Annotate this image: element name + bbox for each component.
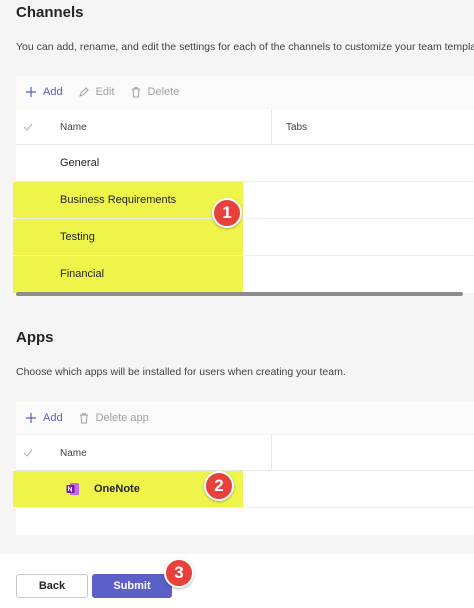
channel-name: General (60, 157, 100, 169)
back-button[interactable]: Back (16, 574, 88, 598)
apps-description: Choose which apps will be installed for … (16, 366, 346, 378)
channel-name: Financial (60, 268, 105, 280)
channel-name: Business Requirements (60, 194, 177, 206)
table-row[interactable]: Testing (13, 219, 474, 256)
channels-edit-label: Edit (95, 86, 115, 98)
channels-add-button[interactable]: Add (24, 85, 63, 99)
channels-add-label: Add (43, 86, 63, 98)
footer: Back Submit (0, 554, 474, 608)
channels-edit-button[interactable]: Edit (77, 85, 115, 99)
apps-add-button[interactable]: Add (24, 411, 63, 425)
apps-table: Name OneNote (13, 435, 474, 535)
plus-icon (24, 411, 38, 425)
channels-horizontal-scrollbar[interactable] (16, 292, 463, 296)
trash-icon (77, 411, 91, 425)
channels-col-name: Name (60, 122, 87, 133)
apps-delete-label: Delete app (95, 412, 149, 424)
plus-icon (24, 85, 38, 99)
trash-icon (129, 85, 143, 99)
channels-header-row: Name Tabs (16, 109, 474, 145)
channels-title: Channels (16, 4, 84, 21)
channel-name: Testing (60, 231, 95, 243)
step-badge-1: 1 (212, 198, 242, 228)
channels-table: Name Tabs General Business Requirements … (13, 109, 474, 293)
channels-toolbar: Add Edit Delete (16, 76, 474, 108)
apps-header-row: Name (16, 435, 474, 471)
column-divider (271, 435, 272, 471)
channels-col-tabs: Tabs (286, 122, 308, 133)
table-row[interactable]: OneNote (13, 471, 474, 508)
apps-toolbar: Add Delete app (16, 402, 474, 434)
pencil-icon (77, 85, 91, 99)
submit-button[interactable]: Submit (92, 574, 172, 598)
check-icon[interactable] (22, 121, 34, 133)
table-row[interactable]: General (16, 145, 474, 182)
app-name: OneNote (94, 483, 140, 495)
column-divider (271, 109, 272, 145)
table-row[interactable]: Financial (13, 256, 474, 293)
check-icon[interactable] (22, 447, 34, 459)
step-badge-3: 3 (164, 558, 194, 588)
apps-add-label: Add (43, 412, 63, 424)
channels-delete-button[interactable]: Delete (129, 85, 180, 99)
apps-col-name: Name (60, 448, 87, 459)
onenote-icon (66, 482, 80, 496)
channels-description: You can add, rename, and edit the settin… (16, 41, 474, 53)
channels-delete-label: Delete (147, 86, 180, 98)
table-row[interactable]: Business Requirements (13, 182, 474, 219)
step-badge-2: 2 (204, 471, 234, 501)
apps-title: Apps (16, 329, 54, 346)
apps-delete-button[interactable]: Delete app (77, 411, 149, 425)
